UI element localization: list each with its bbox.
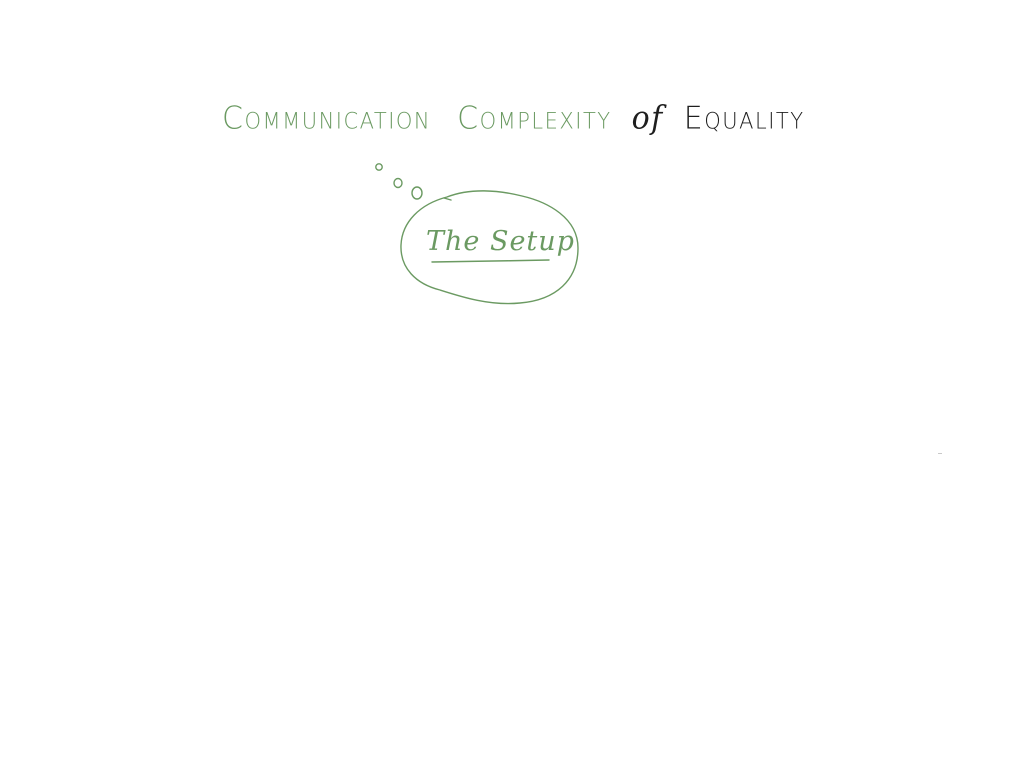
title-word-communication: Communication <box>222 100 432 137</box>
title-word-equality: Equality <box>683 100 805 137</box>
stray-pen-mark <box>938 453 942 454</box>
thought-dot-medium <box>393 177 403 189</box>
cloud-nick <box>443 197 452 201</box>
bubble-label-the-setup: The Setup <box>426 226 575 257</box>
thought-dot-small <box>375 163 383 171</box>
whiteboard-canvas: Communication Complexity of Equality The Se… <box>0 0 1024 768</box>
thought-dot-large <box>411 186 423 200</box>
title-word-complexity: Complexity <box>457 100 612 137</box>
slide-title: Communication Complexity of Equality <box>222 100 803 148</box>
title-word-of: of <box>631 100 664 137</box>
